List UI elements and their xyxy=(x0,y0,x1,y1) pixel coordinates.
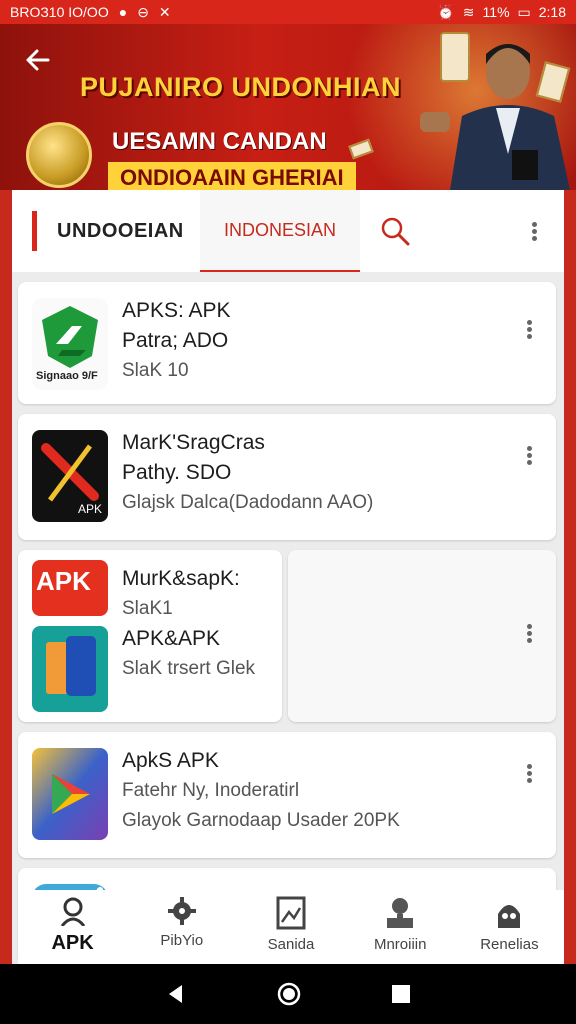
battery-percent: 11% xyxy=(482,4,510,20)
app-subtitle: APK&APK xyxy=(122,627,221,650)
vpn-icon: ⊖ xyxy=(137,3,149,20)
battery-icon: ▭ xyxy=(517,3,531,20)
app-meta: SlaK1 xyxy=(122,598,173,619)
person-desk-icon xyxy=(387,898,414,928)
icon-caption: APK xyxy=(78,502,103,516)
banner-title: PUJANIRO UNDONHIAN xyxy=(80,72,402,102)
nav-item-mnroiiin[interactable]: Mnroiiin xyxy=(346,890,455,964)
search-icon[interactable] xyxy=(360,190,430,272)
more-options-icon[interactable] xyxy=(524,318,534,346)
app-title: MarK'SragCras xyxy=(122,431,265,454)
back-icon[interactable] xyxy=(164,982,188,1006)
app-subtitle: Fatehr Ny, Inoderatirl xyxy=(122,780,300,801)
app-meta: SlaK trsert Glek xyxy=(122,658,256,679)
app-meta: Glajsk Dalca(Dadodann AAO) xyxy=(122,492,374,513)
tab-bar: UNDOOEIAN INDONESIAN xyxy=(12,190,564,272)
wifi-icon: ≋ xyxy=(462,3,475,20)
red-x-icon: APK xyxy=(32,430,108,522)
status-left-text: BROЗ10 IO/OO xyxy=(10,4,109,20)
coin-illustration xyxy=(26,122,92,188)
system-navigation-bar xyxy=(0,964,576,1024)
app-list-panel: UNDOOEIAN INDONESIAN Signaao 9/F APKS: A… xyxy=(12,190,564,964)
banner-tagline: ONDIOAAIN GHERIAI xyxy=(108,162,356,190)
app-card[interactable]: APK MarK'SragCras Pathy. SDO Glajsk Dalc… xyxy=(18,414,556,540)
tab-label: UNDOOEIAN xyxy=(57,219,184,242)
bottom-navigation: APK PibYio Sanida Mnroiiin Renelias xyxy=(18,890,564,964)
home-icon[interactable] xyxy=(276,981,302,1007)
app-title: MurK&sapK: xyxy=(122,567,240,590)
status-bar: BROЗ10 IO/OO ● ⊖ ✕ ⏰ ≋ 11% ▭ 2:18 xyxy=(0,0,576,24)
nav-label: Renelias xyxy=(480,936,539,953)
tab-undooeian[interactable]: UNDOOEIAN xyxy=(12,190,200,272)
nav-label: PibYio xyxy=(160,932,204,949)
nav-item-pibyio[interactable]: PibYio xyxy=(127,890,236,964)
app-subtitle: Pathy. SDO xyxy=(122,461,232,484)
robot-icon xyxy=(498,905,521,928)
overflow-menu-icon[interactable] xyxy=(504,190,564,272)
app-title: APKS: APK xyxy=(122,299,231,322)
app-title: ApkS APK xyxy=(122,749,219,772)
icon-caption: APK xyxy=(36,566,91,596)
nav-label: APK xyxy=(51,932,94,954)
tab-label: INDONESIAN xyxy=(223,219,337,240)
tab-indonesian[interactable]: INDONESIAN xyxy=(200,190,360,272)
icon-caption: Signaao 9/F xyxy=(36,370,98,382)
green-shield-icon: Signaao 9/F xyxy=(32,298,108,390)
gear-bug-icon xyxy=(167,897,196,925)
more-options-icon[interactable] xyxy=(524,762,534,790)
play-store-icon xyxy=(32,748,108,840)
app-card[interactable]: Signaao 9/F APKS: APK Patra; ADO SlaK 10 xyxy=(18,282,556,404)
promo-banner[interactable]: PUJANIRO UNDONHIAN UESAMN CANDAN ONDIOAA… xyxy=(0,24,576,190)
apk-tablet-icon: APK xyxy=(32,560,108,712)
recents-icon[interactable] xyxy=(390,983,412,1005)
banner-subtitle: UESAMN CANDAN xyxy=(112,128,327,155)
app-meta: Glayok Garnodaap Usader 20PK xyxy=(122,810,400,831)
back-arrow-icon[interactable] xyxy=(22,44,58,80)
nav-item-sanida[interactable]: Sanida xyxy=(236,890,345,964)
app-card[interactable]: ApkS APK Fatehr Ny, Inoderatirl Glayok G… xyxy=(18,732,556,858)
nav-label: Sanida xyxy=(267,936,315,953)
image-frame-icon xyxy=(276,896,306,930)
app-meta: SlaK 10 xyxy=(122,360,189,381)
app-card[interactable]: APK MurK&sapK: SlaK1 APK&APK SlaK trsert… xyxy=(18,550,282,722)
app-subtitle: Patra; ADO xyxy=(122,329,229,352)
person-search-icon xyxy=(60,897,85,926)
presenter-illustration xyxy=(420,44,570,190)
nav-item-renelias[interactable]: Renelias xyxy=(455,890,564,964)
empty-card[interactable] xyxy=(288,550,556,722)
more-options-icon[interactable] xyxy=(524,622,534,650)
nav-item-apk[interactable]: APK xyxy=(18,890,127,964)
more-options-icon[interactable] xyxy=(524,444,534,472)
tools-icon: ✕ xyxy=(158,3,171,20)
nav-label: Mnroiiin xyxy=(373,936,427,953)
alarm-icon: ⏰ xyxy=(437,3,455,20)
notification-icon: ● xyxy=(118,4,128,20)
clock: 2:18 xyxy=(538,4,566,20)
